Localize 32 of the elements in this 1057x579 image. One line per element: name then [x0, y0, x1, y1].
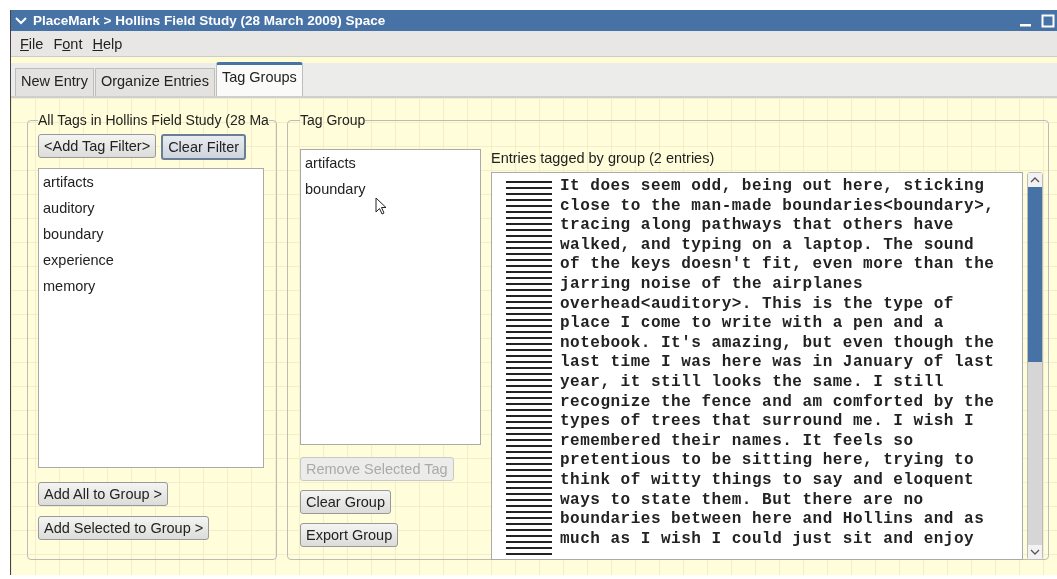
- menu-item[interactable]: Help: [87, 33, 128, 54]
- chevron-down-icon[interactable]: [15, 16, 27, 25]
- menu-item[interactable]: File: [15, 33, 49, 54]
- maximize-icon[interactable]: [1041, 13, 1055, 28]
- scroll-down-icon[interactable]: [1028, 545, 1042, 559]
- scroll-up-icon[interactable]: [1028, 173, 1042, 187]
- add-selected-button[interactable]: Add Selected to Group >: [38, 516, 210, 540]
- tag-list-item[interactable]: artifacts: [305, 153, 356, 179]
- tag-list-item[interactable]: auditory: [43, 198, 95, 224]
- clear-filter-button[interactable]: Clear Filter: [161, 134, 247, 160]
- entry-text-area[interactable]: [491, 172, 1023, 560]
- menu-item[interactable]: Font: [48, 33, 88, 54]
- group-title: All Tags in Hollins Field Study (28 Ma: [38, 113, 269, 128]
- tab[interactable]: Organize Entries: [94, 68, 215, 96]
- group-button[interactable]: Export Group: [300, 523, 399, 547]
- tab[interactable]: New Entry: [15, 68, 94, 96]
- entries-label: Entries tagged by group (2 entries): [491, 150, 716, 166]
- scroll-thumb[interactable]: [1028, 187, 1042, 362]
- window-title: PlaceMark > Hollins Field Study (28 March 2009) Space: [33, 13, 387, 28]
- tag-list-item[interactable]: artifacts: [43, 172, 94, 198]
- tag-list-item[interactable]: boundary: [305, 179, 366, 205]
- add-tag-filter-button[interactable]: <Add Tag Filter>: [38, 134, 157, 158]
- group-title: Tag Group: [300, 112, 366, 128]
- group-button[interactable]: Clear Group: [300, 490, 391, 514]
- tag-list-item[interactable]: memory: [43, 276, 96, 302]
- tab[interactable]: Tag Groups: [215, 62, 303, 96]
- mouse-pointer-icon: [375, 197, 387, 215]
- tag-list-item[interactable]: experience: [43, 250, 114, 276]
- scrollbar[interactable]: [1027, 172, 1043, 560]
- entry-text: It does seem odd, being out here, sticking close to the man-made boundaries<boundary>, tracing along pathways that others have walked, and typing on a laptop. The sound of the keys doesn't fit, even more than the jarring noise of the airplanes overhead<auditory>. This is the type of place I come to write with a pen and a notebook. It's amazing, but even though the last time I was here was in January of last year, it still looks the same. I still recognize the fence and am comforted by the types of trees that surround me. I wish I remembered their names. It feels so pretentious to be sitting here, trying to think of witty things to say and eloquent ways to state them. But there are no boundaries between here and Hollins and as much as I wish I could just sit and enjoy: [560, 177, 995, 550]
- add-all-button[interactable]: Add All to Group >: [38, 482, 169, 506]
- tag-list-item[interactable]: boundary: [43, 224, 104, 250]
